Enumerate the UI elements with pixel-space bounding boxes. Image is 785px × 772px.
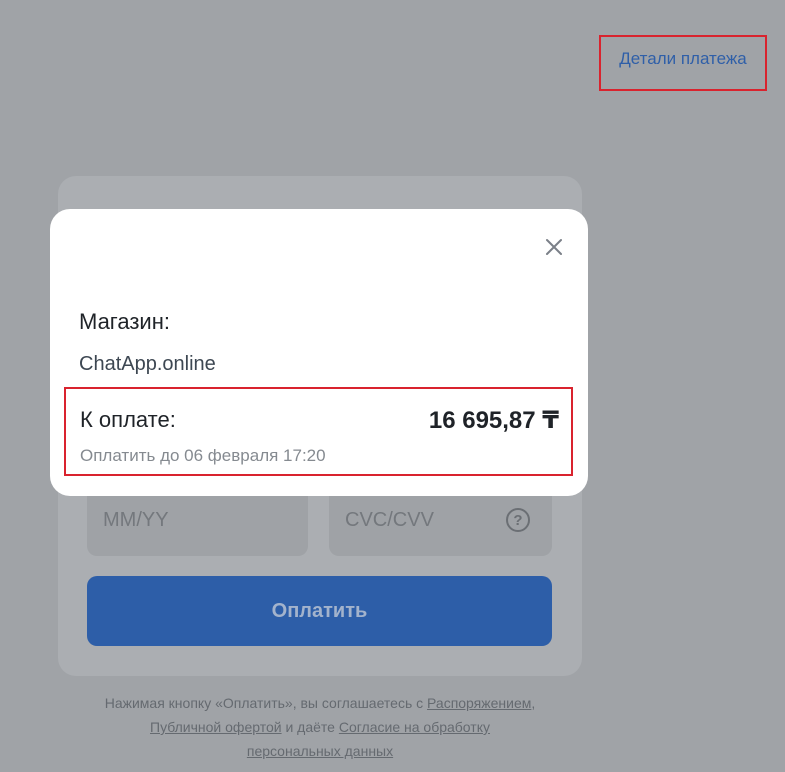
terms-separator: , — [531, 695, 536, 711]
terms-order-link[interactable]: Распоряжением — [427, 695, 531, 711]
amount-label: К оплате: — [80, 407, 176, 432]
cvc-placeholder: CVC/CVV — [345, 508, 434, 531]
expiry-placeholder: MM/YY — [103, 508, 169, 531]
terms-middle: и даёте — [281, 719, 339, 735]
close-icon[interactable] — [544, 237, 564, 257]
payment-details-modal: Магазин: ChatApp.online К оплате: 16 695… — [50, 209, 588, 496]
shop-value: ChatApp.online — [79, 353, 216, 375]
question-circle-icon[interactable]: ? — [506, 508, 530, 532]
shop-label: Магазин: — [79, 309, 170, 334]
pay-button[interactable]: Оплатить — [87, 576, 552, 646]
amount-section: К оплате: 16 695,87 ₸ Оплатить до 06 фев… — [64, 387, 573, 476]
terms-prefix: Нажимая кнопку «Оплатить», вы соглашаете… — [104, 695, 428, 711]
amount-value: 16 695,87 ₸ — [428, 407, 559, 434]
terms-text: Нажимая кнопку «Оплатить», вы соглашаете… — [58, 691, 582, 763]
payment-details-link[interactable]: Детали платежа — [599, 35, 767, 91]
payment-due-date: Оплатить до 06 февраля 17:20 — [80, 446, 326, 465]
public-offer-link[interactable]: Публичной офертой — [150, 719, 282, 735]
consent-link[interactable]: Согласие на обработку — [339, 719, 490, 735]
personal-data-link[interactable]: персональных данных — [247, 743, 393, 759]
